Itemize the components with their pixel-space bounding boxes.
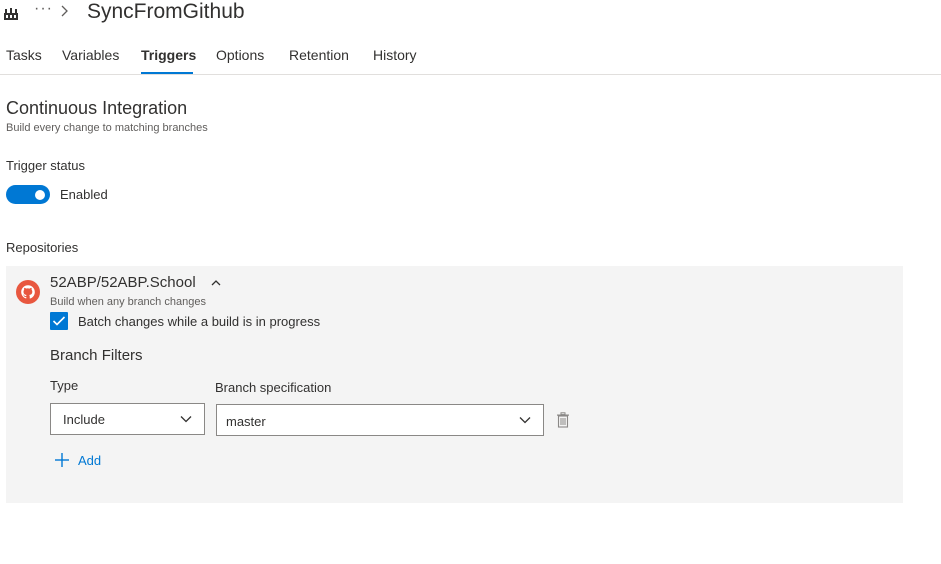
trash-icon: [557, 412, 569, 428]
repositories-label: Repositories: [6, 240, 79, 255]
chevron-down-icon: [519, 417, 531, 424]
section-title: Continuous Integration: [6, 98, 188, 118]
branch-spec-value: master: [226, 414, 266, 429]
tab-history[interactable]: History: [373, 46, 417, 64]
type-dropdown[interactable]: Include: [50, 403, 205, 435]
breadcrumb-overflow-button[interactable]: ···: [34, 0, 53, 18]
chevron-down-icon: [180, 416, 192, 423]
toggle-state-label: Enabled: [60, 187, 108, 202]
branch-spec-dropdown[interactable]: master: [216, 404, 544, 436]
chevron-right-icon: [60, 4, 70, 17]
plus-icon: [55, 453, 69, 467]
tab-triggers[interactable]: Triggers: [141, 46, 196, 64]
page-title: SyncFromGithub: [87, 0, 245, 23]
repository-subtitle: Build when any branch changes: [50, 296, 206, 308]
batch-changes-label: Batch changes while a build is in progre…: [78, 314, 321, 329]
branch-spec-label: Branch specification: [215, 380, 332, 395]
chevron-up-icon[interactable]: [210, 276, 222, 288]
trigger-status-toggle[interactable]: [6, 185, 50, 204]
type-label: Type: [50, 378, 79, 393]
tab-variables[interactable]: Variables: [62, 46, 119, 64]
delete-filter-button[interactable]: [556, 412, 570, 428]
type-dropdown-value: Include: [63, 412, 105, 427]
github-icon: [16, 280, 40, 304]
tab-tasks[interactable]: Tasks: [6, 46, 42, 64]
checkmark-icon: [52, 316, 66, 326]
tab-options[interactable]: Options: [216, 46, 264, 64]
batch-changes-checkbox[interactable]: [50, 312, 68, 330]
build-pipeline-icon: [4, 6, 18, 20]
section-subtitle: Build every change to matching branches: [6, 122, 208, 134]
tab-retention[interactable]: Retention: [289, 46, 349, 64]
add-filter-label: Add: [78, 453, 102, 468]
toggle-knob: [35, 189, 45, 200]
tabs-divider: [0, 74, 941, 75]
branch-filters-title: Branch Filters: [50, 347, 143, 364]
trigger-status-label: Trigger status: [6, 158, 85, 173]
repository-name[interactable]: 52ABP/52ABP.School: [50, 274, 196, 292]
